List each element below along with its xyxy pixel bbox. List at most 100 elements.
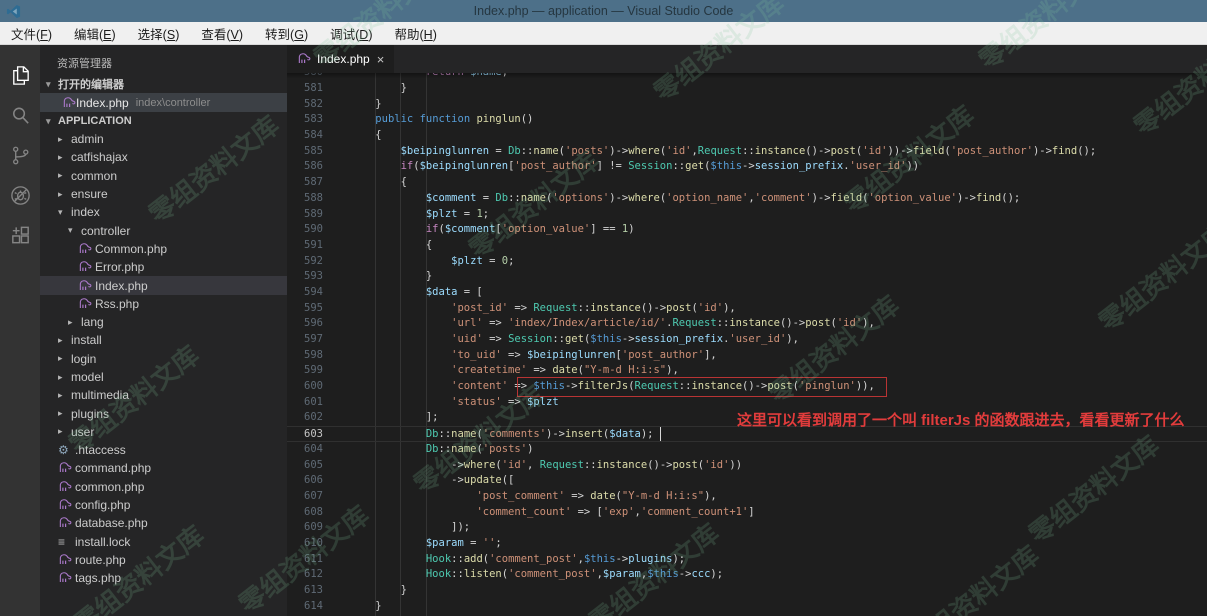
source-control-icon[interactable] [0, 135, 40, 175]
open-editors-header[interactable]: ▾ 打开的编辑器 [40, 75, 287, 93]
code-line-595[interactable]: 595 'post_id' => Request::instance()->po… [287, 301, 1207, 317]
tree-item-rss-php[interactable]: Rss.php [40, 295, 287, 313]
code-line-596[interactable]: 596 'url' => 'index/Index/article/id/'.R… [287, 316, 1207, 332]
php-icon [58, 571, 75, 585]
tree-item-user[interactable]: ▸user [40, 423, 287, 441]
tree-item-command-php[interactable]: command.php [40, 459, 287, 477]
tree-item-common[interactable]: ▸common [40, 167, 287, 185]
code-line-584[interactable]: 584 { [287, 128, 1207, 144]
menu-item-6[interactable]: 帮助(H) [384, 24, 448, 43]
code-line-609[interactable]: 609 ]); [287, 520, 1207, 536]
debug-icon[interactable] [0, 175, 40, 215]
open-editor-item-indexphp[interactable]: Index.php index\controller [40, 93, 287, 112]
tree-item-tags-php[interactable]: tags.php [40, 569, 287, 587]
code-area[interactable]: 580 return $name;581 }582 }583 public fu… [287, 73, 1207, 616]
line-number: 580 [287, 73, 337, 81]
chevron-down-icon: ▾ [46, 116, 58, 127]
menu-item-4[interactable]: 转到(G) [254, 24, 319, 43]
code-line-597[interactable]: 597 'uid' => Session::get($this->session… [287, 332, 1207, 348]
tree-item-model[interactable]: ▸model [40, 368, 287, 386]
menu-item-0[interactable]: 文件(F) [0, 24, 63, 43]
menu-item-5[interactable]: 调试(D) [319, 24, 383, 43]
code-line-581[interactable]: 581 } [287, 81, 1207, 97]
tree-item-config-php[interactable]: config.php [40, 496, 287, 514]
line-number: 599 [287, 363, 337, 379]
code-line-590[interactable]: 590 if($comment['option_value'] == 1) [287, 222, 1207, 238]
menu-item-1[interactable]: 编辑(E) [63, 24, 127, 43]
code-line-604[interactable]: 604 Db::name('posts') [287, 442, 1207, 458]
tree-item-database-php[interactable]: database.php [40, 514, 287, 532]
code-line-600[interactable]: 600 'content' => $this->filterJs(Request… [287, 379, 1207, 395]
php-icon [78, 279, 95, 293]
tree-item-label: database.php [75, 516, 148, 530]
code-line-605[interactable]: 605 ->where('id', Request::instance()->p… [287, 458, 1207, 474]
tree-item-plugins[interactable]: ▸plugins [40, 404, 287, 422]
line-number: 595 [287, 301, 337, 317]
code-line-589[interactable]: 589 $plzt = 1; [287, 207, 1207, 223]
tree-item--htaccess[interactable]: ⚙.htaccess [40, 441, 287, 459]
tree-item-label: install.lock [75, 535, 130, 549]
code-line-612[interactable]: 612 Hook::listen('comment_post',$param,$… [287, 567, 1207, 583]
title-bar: Index.php — application — Visual Studio … [0, 0, 1207, 22]
tree-item-label: plugins [71, 407, 109, 421]
tree-item-common-php[interactable]: common.php [40, 478, 287, 496]
search-icon[interactable] [0, 95, 40, 135]
chevron-down-icon: ▾ [46, 79, 58, 90]
code-line-588[interactable]: 588 $comment = Db::name('options')->wher… [287, 191, 1207, 207]
code-line-599[interactable]: 599 'createtime' => date("Y-m-d H:i:s"), [287, 363, 1207, 379]
tree-item-ensure[interactable]: ▸ensure [40, 185, 287, 203]
code-line-586[interactable]: 586 if($beipinglunren['post_author'] != … [287, 159, 1207, 175]
code-line-583[interactable]: 583 public function pinglun() [287, 112, 1207, 128]
explorer-icon[interactable] [0, 55, 40, 95]
tree-item-multimedia[interactable]: ▸multimedia [40, 386, 287, 404]
tree-item-catfishajax[interactable]: ▸catfishajax [40, 148, 287, 166]
close-tab-icon[interactable]: × [377, 52, 385, 67]
menu-bar: 文件(F)编辑(E)选择(S)查看(V)转到(G)调试(D)帮助(H) [0, 22, 1207, 45]
tree-item-label: model [71, 370, 104, 384]
code-line-608[interactable]: 608 'comment_count' => ['exp','comment_c… [287, 505, 1207, 521]
code-line-580[interactable]: 580 return $name; [287, 73, 1207, 81]
tree-item-controller[interactable]: ▾controller [40, 221, 287, 239]
tree-item-install[interactable]: ▸install [40, 331, 287, 349]
code-line-593[interactable]: 593 } [287, 269, 1207, 285]
code-line-591[interactable]: 591 { [287, 238, 1207, 254]
code-line-582[interactable]: 582 } [287, 97, 1207, 113]
tree-item-label: Index.php [95, 279, 148, 293]
tree-item-install-lock[interactable]: ≡install.lock [40, 533, 287, 551]
code-line-587[interactable]: 587 { [287, 175, 1207, 191]
code-line-585[interactable]: 585 $beipinglunren = Db::name('posts')->… [287, 144, 1207, 160]
section-application[interactable]: ▾ APPLICATION [40, 112, 287, 130]
extensions-icon[interactable] [0, 215, 40, 255]
tree-item-index-php[interactable]: Index.php [40, 276, 287, 294]
line-number: 606 [287, 473, 337, 489]
code-line-607[interactable]: 607 'post_comment' => date("Y-m-d H:i:s"… [287, 489, 1207, 505]
menu-item-3[interactable]: 查看(V) [190, 24, 254, 43]
tree-item-route-php[interactable]: route.php [40, 551, 287, 569]
line-number: 596 [287, 316, 337, 332]
tree-item-admin[interactable]: ▸admin [40, 130, 287, 148]
line-number: 583 [287, 112, 337, 128]
tree-item-label: Common.php [95, 242, 167, 256]
code-line-594[interactable]: 594 $data = [ [287, 285, 1207, 301]
code-line-611[interactable]: 611 Hook::add('comment_post',$this->plug… [287, 552, 1207, 568]
code-line-610[interactable]: 610 $param = ''; [287, 536, 1207, 552]
menu-item-2[interactable]: 选择(S) [127, 24, 191, 43]
line-number: 585 [287, 144, 337, 160]
line-number: 594 [287, 285, 337, 301]
code-line-601[interactable]: 601 'status' => $plzt [287, 395, 1207, 411]
tree-item-label: Rss.php [95, 297, 139, 311]
php-icon [58, 553, 75, 567]
code-line-606[interactable]: 606 ->update([ [287, 473, 1207, 489]
tree-item-index[interactable]: ▾index [40, 203, 287, 221]
code-line-613[interactable]: 613 } [287, 583, 1207, 599]
tree-item-common-php[interactable]: Common.php [40, 240, 287, 258]
tree-item-lang[interactable]: ▸lang [40, 313, 287, 331]
tree-item-label: Error.php [95, 260, 144, 274]
tab-indexphp[interactable]: Index.php × [287, 45, 394, 73]
tree-item-login[interactable]: ▸login [40, 350, 287, 368]
php-icon [58, 498, 75, 512]
tree-item-error-php[interactable]: Error.php [40, 258, 287, 276]
code-line-598[interactable]: 598 'to_uid' => $beipinglunren['post_aut… [287, 348, 1207, 364]
code-line-592[interactable]: 592 $plzt = 0; [287, 254, 1207, 270]
code-line-614[interactable]: 614 } [287, 599, 1207, 615]
